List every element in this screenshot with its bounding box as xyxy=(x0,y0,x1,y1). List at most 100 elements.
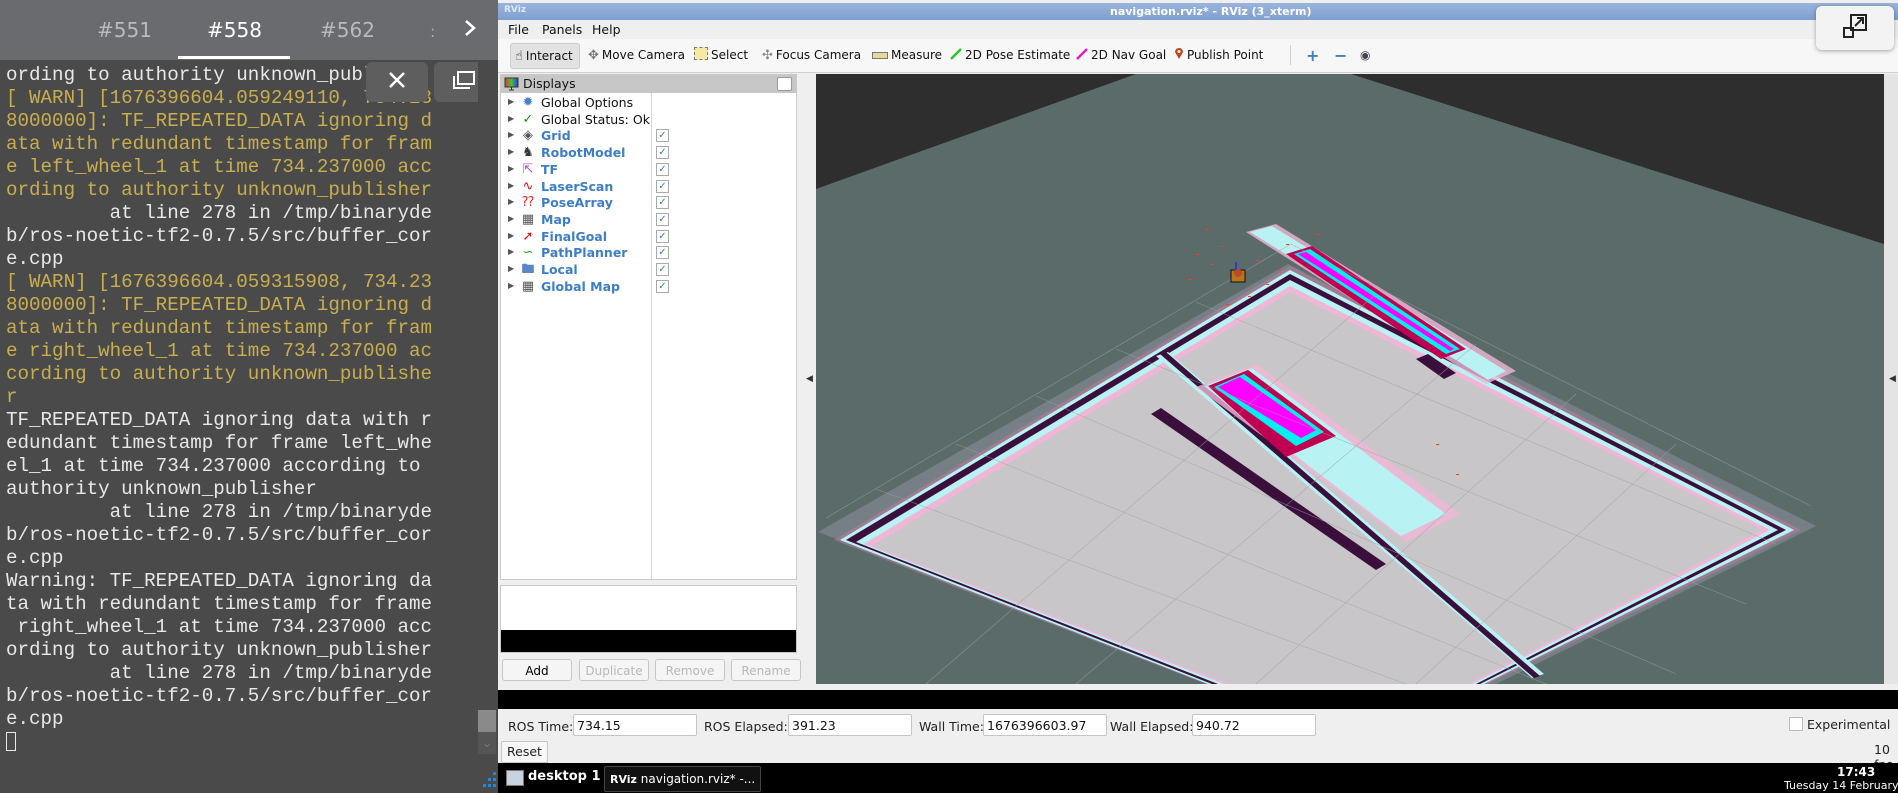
scrollbar-thumb[interactable] xyxy=(478,710,496,732)
terminal-prompt-line[interactable] xyxy=(6,731,432,754)
expand-arrow-icon[interactable]: ▶ xyxy=(508,97,514,106)
display-item-global-status-ok[interactable]: ▶ ✓ Global Status: Ok xyxy=(501,112,796,128)
rename-display-button[interactable]: Rename xyxy=(731,659,801,681)
display-enabled-checkbox[interactable]: ✓ xyxy=(656,229,669,243)
menu-file[interactable]: File xyxy=(508,22,529,37)
collapse-left-icon[interactable]: ◀ xyxy=(806,374,813,384)
taskbar: desktop 1 RViz navigation.rviz* -... 17:… xyxy=(498,763,1898,793)
display-enabled-checkbox[interactable]: ✓ xyxy=(656,246,669,260)
display-item-global-options[interactable]: ▶ ✹ Global Options xyxy=(501,95,796,111)
display-enabled-checkbox[interactable]: ✓ xyxy=(656,196,669,210)
display-item-robotmodel[interactable]: ▶ ♞ RobotModel ✓ xyxy=(501,145,796,161)
expand-arrow-icon[interactable]: ▶ xyxy=(508,281,514,290)
remove-display-button[interactable]: Remove xyxy=(655,659,725,681)
status-bar-strip xyxy=(498,690,1898,709)
display-item-laserscan[interactable]: ▶ ∿ LaserScan ✓ xyxy=(501,179,796,195)
expand-arrow-icon[interactable]: ▶ xyxy=(508,247,514,256)
float-window-button[interactable] xyxy=(1816,6,1894,50)
expand-arrow-icon[interactable]: ▶ xyxy=(508,147,514,156)
description-area xyxy=(501,630,796,652)
chevron-right-icon[interactable] xyxy=(455,16,485,46)
tool-move-camera[interactable]: ✥ Move Camera xyxy=(588,43,685,67)
window-titlebar[interactable]: RViz navigation.rviz* - RViz (3_xterm) xyxy=(498,3,1898,20)
expand-arrow-icon[interactable]: ▶ xyxy=(508,114,514,123)
display-enabled-checkbox[interactable]: ✓ xyxy=(656,212,669,226)
tool-measure[interactable]: Measure xyxy=(872,43,942,67)
tool-2d-nav-goal[interactable]: 2D Nav Goal xyxy=(1076,43,1166,67)
display-enabled-checkbox[interactable]: ✓ xyxy=(656,129,669,143)
display-item-posearray[interactable]: ▶ ⁇ PoseArray ✓ xyxy=(501,195,796,211)
3d-viewport[interactable] xyxy=(816,74,1884,684)
display-label: Global Options xyxy=(541,95,634,110)
laser-scan-icon: ∿ xyxy=(522,178,534,194)
display-item-tf[interactable]: ▶ ⇱ TF ✓ xyxy=(501,162,796,178)
expand-arrow-icon[interactable]: ▶ xyxy=(508,181,514,190)
terminal-output[interactable]: ording to authority unknown_publishe[ WA… xyxy=(0,60,478,793)
menu-help[interactable]: Help xyxy=(592,22,621,37)
tool-interact[interactable]: ☝ Interact xyxy=(510,43,580,69)
display-item-global-map[interactable]: ▶ ▦ Global Map ✓ xyxy=(501,279,796,295)
ros-elapsed-field[interactable] xyxy=(788,714,912,736)
display-enabled-checkbox[interactable]: ✓ xyxy=(656,263,669,276)
panel-float-button[interactable] xyxy=(777,77,792,91)
collapse-right-icon[interactable]: ◀ xyxy=(1889,374,1896,384)
displays-header: Displays xyxy=(501,75,796,93)
expand-arrow-icon[interactable]: ▶ xyxy=(508,214,514,223)
display-item-finalgoal[interactable]: ▶ ➚ FinalGoal ✓ xyxy=(501,229,796,245)
reset-button[interactable]: Reset xyxy=(501,741,548,763)
tool-2d-pose-estimate[interactable]: 2D Pose Estimate xyxy=(950,43,1070,67)
experimental-checkbox[interactable] xyxy=(1789,717,1803,731)
app-grid-icon[interactable] xyxy=(478,770,498,790)
tool-publish-point[interactable]: Publish Point xyxy=(1174,43,1263,67)
remove-tool-icon[interactable]: − xyxy=(1334,43,1347,67)
expand-arrow-icon[interactable]: ▶ xyxy=(508,164,514,173)
wall-elapsed-field[interactable] xyxy=(1192,714,1316,736)
terminal-app: #551 #558 #562 : ording to authority unk… xyxy=(0,0,498,793)
folder-icon: 🖿 xyxy=(521,262,535,277)
terminal-tab-558[interactable]: #558 xyxy=(207,18,262,42)
taskbar-item-rviz[interactable]: RViz navigation.rviz* -... xyxy=(604,766,762,792)
display-item-pathplanner[interactable]: ▶ ∽ PathPlanner ✓ xyxy=(501,245,796,261)
display-item-local[interactable]: ▶ 🖿 Local ✓ xyxy=(501,262,796,278)
wall-time-field[interactable] xyxy=(983,714,1107,736)
menu-panels[interactable]: Panels xyxy=(542,22,582,37)
terminal-close-button[interactable] xyxy=(366,62,428,102)
map-pin-icon xyxy=(1174,47,1184,63)
map-render xyxy=(816,74,1884,684)
add-display-button[interactable]: Add xyxy=(502,659,572,681)
display-label: RobotModel xyxy=(541,145,626,161)
display-enabled-checkbox[interactable]: ✓ xyxy=(656,179,669,193)
display-item-map[interactable]: ▶ ▦ Map ✓ xyxy=(501,212,796,228)
display-enabled-checkbox[interactable]: ✓ xyxy=(656,162,669,176)
scroll-down-icon[interactable]: ⌄ xyxy=(478,732,496,754)
views-eye-icon[interactable]: ◉ xyxy=(1360,43,1370,67)
ros-time-field[interactable] xyxy=(573,714,697,736)
tool-label: Move Camera xyxy=(601,48,685,62)
expand-arrow-icon[interactable]: ▶ xyxy=(508,231,514,240)
display-item-grid[interactable]: ▶ ◈ Grid ✓ xyxy=(501,128,796,144)
terminal-line: e.cpp xyxy=(6,708,64,730)
tool-label: Focus Camera xyxy=(775,48,862,62)
tool-focus-camera[interactable]: ✣ Focus Camera xyxy=(762,43,861,67)
desktop-switcher[interactable]: desktop 1 xyxy=(528,769,601,784)
pop-out-icon xyxy=(1842,13,1868,43)
terminal-tab-551[interactable]: #551 xyxy=(97,18,152,42)
expand-arrow-icon[interactable]: ▶ xyxy=(508,130,514,139)
terminal-tab-562[interactable]: #562 xyxy=(320,18,375,42)
display-enabled-checkbox[interactable]: ✓ xyxy=(656,146,669,160)
wall-elapsed-label: Wall Elapsed: xyxy=(1110,719,1194,734)
expand-arrow-icon[interactable]: ▶ xyxy=(508,264,514,273)
add-tool-icon[interactable]: + xyxy=(1306,43,1319,67)
background-sky xyxy=(816,74,1136,189)
tool-select[interactable]: Select xyxy=(694,43,748,67)
terminal-line: TF_REPEATED_DATA ignoring data with r xyxy=(6,409,433,431)
desktop-icon[interactable] xyxy=(506,770,524,786)
terminal-line: r xyxy=(6,386,18,408)
terminal-lines: ording to authority unknown_publishe[ WA… xyxy=(6,64,432,754)
hand-pointer-icon: ☝ xyxy=(515,48,523,64)
select-box-icon xyxy=(694,47,708,63)
terminal-scrollbar[interactable]: ⌄ xyxy=(478,60,496,793)
expand-arrow-icon[interactable]: ▶ xyxy=(508,197,514,206)
duplicate-display-button[interactable]: Duplicate xyxy=(579,659,649,681)
display-enabled-checkbox[interactable]: ✓ xyxy=(656,279,669,293)
